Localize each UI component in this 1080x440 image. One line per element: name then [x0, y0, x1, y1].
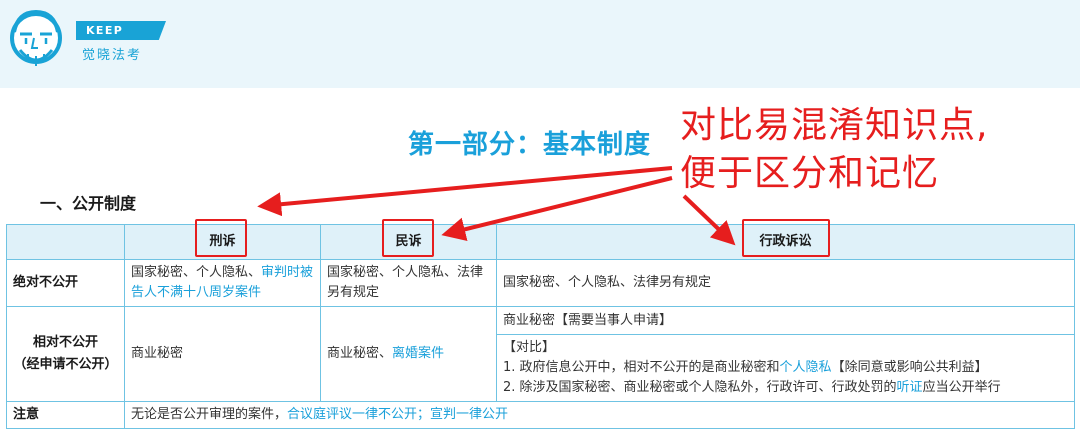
- compare-item-1: 1. 政府信息公开中，相对不公开的是商业秘密和个人隐私【除同意或影响公共利益】: [503, 358, 1068, 378]
- highlight-box-civil: [382, 219, 434, 257]
- comparison-table: 刑诉 民诉 行政诉讼 绝对不公开 国家秘密、个人隐私、审判时被告人不满十八周岁案…: [6, 224, 1075, 429]
- arrow-to-criminal: [257, 166, 673, 217]
- cell-relative-criminal: 商业秘密: [124, 306, 321, 402]
- row-label-note: 注意: [6, 401, 125, 429]
- annotation-line-1: 对比易混淆知识点,: [680, 105, 989, 146]
- compare-item-2: 2. 除涉及国家秘密、商业秘密或个人隐私外，行政许可、行政处罚的听证应当公开举行: [503, 378, 1068, 398]
- row-label-relative-line1: 相对不公开: [32, 335, 98, 350]
- page-title: 第一部分：基本制度: [408, 130, 652, 160]
- brand-subname: 觉晓法考: [82, 48, 143, 63]
- compare-item-2-text: 2. 除涉及国家秘密、商业秘密或个人隐私外，行政许可、行政处罚的: [503, 380, 897, 395]
- table-header-row: 刑诉 民诉 行政诉讼: [6, 224, 1075, 260]
- compare-item-2-tail: 应当公开举行: [922, 380, 1001, 395]
- cell-highlight: 合议庭评议一律不公开；宣判一律公开: [287, 407, 509, 422]
- cell-absolute-criminal: 国家秘密、个人隐私、审判时被告人不满十八周岁案件: [124, 259, 321, 307]
- row-label-absolute: 绝对不公开: [6, 259, 125, 307]
- cell-relative-civil: 商业秘密、离婚案件: [320, 306, 497, 402]
- compare-item-2-highlight: 听证: [896, 380, 923, 395]
- annotation-line-2: 便于区分和记忆: [680, 153, 940, 194]
- cell-relative-admin-compare: 【对比】 1. 政府信息公开中，相对不公开的是商业秘密和个人隐私【除同意或影响公…: [496, 334, 1075, 402]
- highlight-box-criminal: [195, 219, 247, 257]
- cell-text: 国家秘密、个人隐私、: [131, 265, 262, 280]
- compare-item-1-text: 1. 政府信息公开中，相对不公开的是商业秘密和: [503, 360, 780, 375]
- table-row-absolute: 绝对不公开 国家秘密、个人隐私、审判时被告人不满十八周岁案件 国家秘密、个人隐私…: [6, 259, 1075, 307]
- cell-text: 无论是否公开审理的案件，: [131, 407, 288, 422]
- cell-note: 无论是否公开审理的案件，合议庭评议一律不公开；宣判一律公开: [124, 401, 1075, 429]
- header-band: [0, 0, 1080, 88]
- compare-item-1-highlight: 个人隐私: [779, 360, 832, 375]
- compare-title: 【对比】: [503, 340, 556, 355]
- row-label-relative-line2: （经申请不公开）: [13, 357, 118, 372]
- compare-item-1-tail: 【除同意或影响公共利益】: [831, 360, 988, 375]
- cell-absolute-admin: 国家秘密、个人隐私、法律另有规定: [496, 259, 1075, 307]
- brand-name: KEEP AWAKE: [76, 21, 166, 40]
- section-heading: 一、公开制度: [40, 194, 137, 213]
- highlight-box-administrative: [742, 219, 830, 257]
- header-empty-cell: [6, 224, 125, 260]
- cell-relative-admin-top: 商业秘密【需要当事人申请】: [496, 306, 1075, 335]
- row-label-relative: 相对不公开 （经申请不公开）: [6, 306, 125, 402]
- cell-absolute-civil: 国家秘密、个人隐私、法律另有规定: [320, 259, 497, 307]
- cell-text: 商业秘密、: [327, 346, 393, 361]
- table-row-relative-top: 相对不公开 （经申请不公开） 商业秘密 商业秘密、离婚案件 商业秘密【需要当事人…: [6, 306, 1075, 402]
- brand-logo-icon: [10, 9, 62, 66]
- table-row-note: 注意 无论是否公开审理的案件，合议庭评议一律不公开；宣判一律公开: [6, 401, 1075, 429]
- cell-highlight: 离婚案件: [392, 346, 445, 361]
